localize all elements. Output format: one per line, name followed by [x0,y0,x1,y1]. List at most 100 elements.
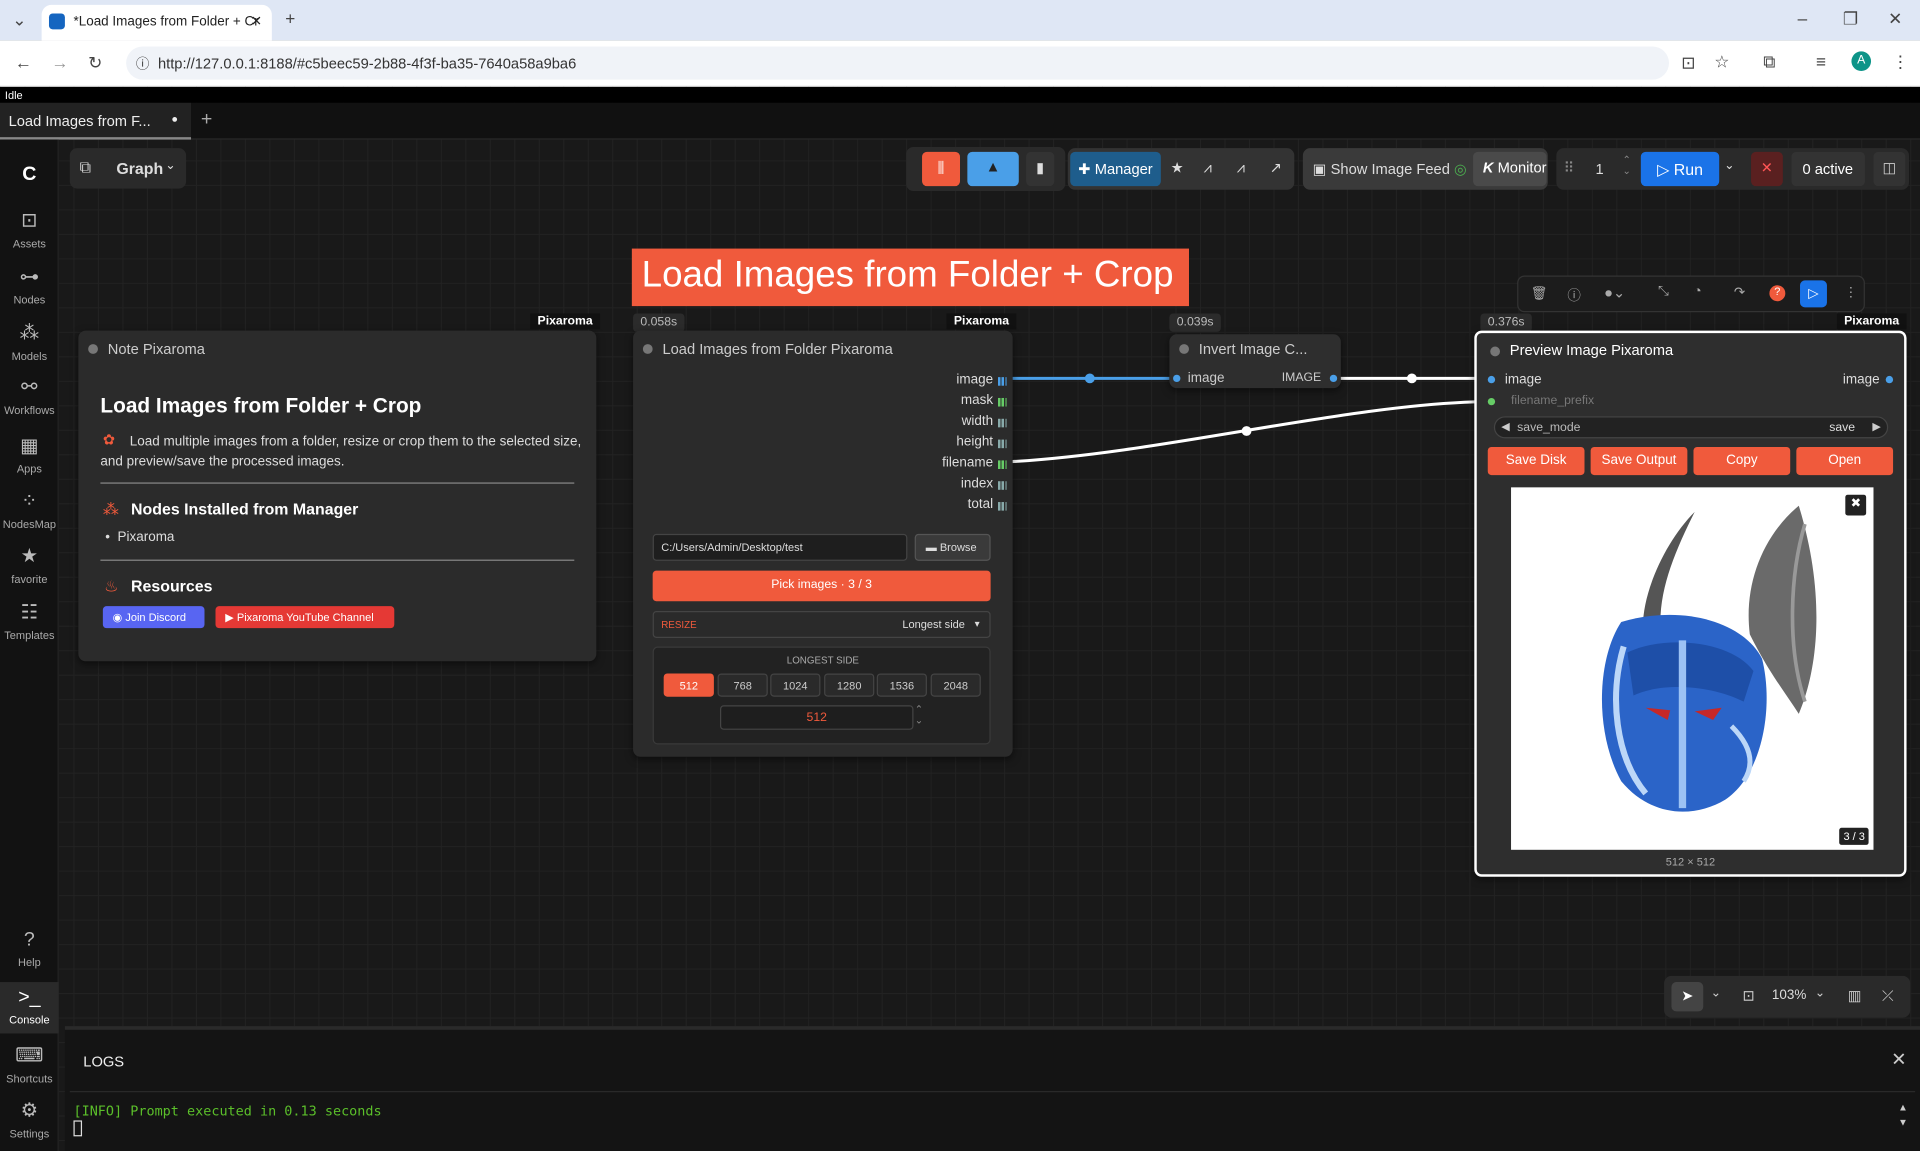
node-badge: Pixaroma [946,313,1017,330]
longest-side-panel: LONGEST SIDE 512 768 1024 1280 1536 2048… [652,646,991,745]
output-slot[interactable] [1885,375,1894,384]
wire-midpoint[interactable] [1241,426,1252,436]
chevron-down-icon[interactable]: ⌄ [1815,987,1825,1000]
section-heading: Resources [131,576,213,596]
folder-path-input[interactable]: C:/Users/Admin/Desktop/test [652,533,908,561]
delete-icon[interactable]: 🗑 [1531,285,1548,302]
youtube-button[interactable]: ▶ Pixaroma YouTube Channel [215,606,395,629]
size-value-input[interactable]: 512 [720,705,914,730]
open-button[interactable]: Open [1796,446,1894,476]
arrow-left-icon[interactable]: ◀ [1501,420,1509,433]
output-image-label: image [1842,372,1880,387]
preview-image[interactable]: ✖ 3 / 3 [1511,487,1874,850]
slot-icon[interactable] [997,439,1007,449]
info-icon[interactable]: ⓘ [1567,285,1580,305]
filename-prefix-label[interactable]: filename_prefix [1511,394,1594,407]
output-image-label: IMAGE [1281,371,1322,385]
fire-icon: ♨ [104,576,119,596]
chevron-down-icon[interactable]: ⌄ [1711,987,1721,1000]
node-collapse-dot[interactable] [1490,346,1501,357]
fit-view-icon[interactable]: ⊡ [1742,987,1754,1004]
youtube-label: Pixaroma YouTube Channel [236,611,374,624]
wire-midpoint[interactable] [1406,373,1417,384]
discord-icon: ◉ [112,611,126,624]
load-images-node[interactable]: Load Images from Folder Pixaroma image m… [633,330,1013,757]
group-title[interactable]: Load Images from Folder + Crop [631,248,1189,307]
hide-links-icon[interactable]: ⤫ [1882,987,1894,1005]
slot-icon[interactable] [997,502,1007,511]
wire-midpoint[interactable] [1084,373,1095,384]
close-logs-icon[interactable]: ✕ [1891,1048,1906,1070]
output-width[interactable]: width [962,414,993,429]
discord-label: Join Discord [125,611,186,624]
output-index[interactable]: index [961,476,993,491]
node-collapse-dot[interactable] [1179,344,1189,354]
input-slot[interactable] [1487,375,1496,384]
input-image-label: image [1187,371,1225,386]
slot-icon[interactable] [997,460,1007,469]
pointer-icon[interactable]: ➤ [1671,982,1704,1012]
resize-label: RESIZE [661,619,697,631]
folder-icon: ▬ [925,541,940,554]
node-title: Load Images from Folder Pixaroma [662,340,893,358]
minimap-icon[interactable]: ▥ [1848,987,1862,1004]
execution-time: 0.376s [1480,313,1532,332]
size-option[interactable]: 768 [717,673,768,697]
image-dimensions: 512 × 512 [1665,855,1716,869]
input-slot[interactable] [1487,397,1496,406]
input-slot[interactable] [1173,374,1181,383]
slot-icon[interactable] [997,418,1007,428]
help-icon[interactable]: ? [1769,285,1786,302]
save-disk-button[interactable]: Save Disk [1487,446,1585,476]
size-option[interactable]: 1536 [876,673,927,697]
color-icon[interactable]: ●⌄ [1604,284,1625,301]
slot-icon[interactable] [997,481,1007,490]
save-mode-combo[interactable]: ◀ save_mode save ▶ [1493,416,1889,439]
resize-select[interactable]: RESIZE Longest side ▾ [652,611,991,638]
node-badge: Pixaroma [1836,313,1907,330]
divider [69,1091,1916,1093]
preview-image-node[interactable]: Preview Image Pixaroma image image filen… [1474,330,1907,877]
close-preview-icon[interactable]: ✖ [1845,494,1867,516]
bypass-icon[interactable]: ◔ [1693,284,1701,299]
stepper-icon[interactable]: ⌃ ⌄ [915,704,923,726]
size-option[interactable]: 512 [663,673,714,697]
save-output-button[interactable]: Save Output [1590,446,1688,476]
resize-value: Longest side [902,618,965,631]
note-heading: Load Images from Folder + Crop [100,394,422,418]
output-height[interactable]: height [956,435,993,450]
zoom-level[interactable]: 103% [1772,988,1806,1003]
note-node[interactable]: Note Pixaroma Load Images from Folder + … [78,330,597,662]
node-badge: Pixaroma [530,313,601,330]
helmet-image [1601,505,1817,812]
collapse-icon[interactable]: ⤡ [1658,284,1669,300]
execution-time: 0.039s [1169,313,1221,332]
output-filename[interactable]: filename [942,456,993,471]
join-discord-button[interactable]: ◉ Join Discord [102,606,205,629]
size-option[interactable]: 1024 [770,673,821,697]
arrow-right-icon[interactable]: ▶ [1872,420,1880,433]
scroll-arrows-icon[interactable]: ▲ ▼ [1898,1101,1908,1130]
invert-image-node[interactable]: Invert Image C... image IMAGE [1169,334,1341,389]
output-total[interactable]: total [968,497,993,512]
slot-icon[interactable] [997,377,1007,386]
slot-icon[interactable] [997,397,1007,407]
terminal-cursor[interactable] [73,1120,83,1137]
copy-button[interactable]: Copy [1693,446,1791,476]
output-slot[interactable] [1329,374,1338,383]
more-icon[interactable]: ⋮ [1844,284,1857,300]
pick-images-button[interactable]: Pick images · 3 / 3 [652,570,991,602]
size-option[interactable]: 1280 [824,673,875,697]
youtube-icon: ▶ [225,611,237,624]
divider [100,482,575,484]
size-option[interactable]: 2048 [930,673,981,697]
redo-icon[interactable]: ↷ [1734,284,1745,300]
output-mask[interactable]: mask [961,393,993,408]
node-collapse-dot[interactable] [88,344,98,354]
run-node-icon[interactable]: ▷ [1800,280,1827,308]
note-description: Load multiple images from a folder, resi… [100,434,582,469]
node-title: Invert Image C... [1198,340,1308,358]
output-image[interactable]: image [956,372,993,387]
node-collapse-dot[interactable] [642,344,653,354]
browse-button[interactable]: ▬ Browse [914,533,991,561]
